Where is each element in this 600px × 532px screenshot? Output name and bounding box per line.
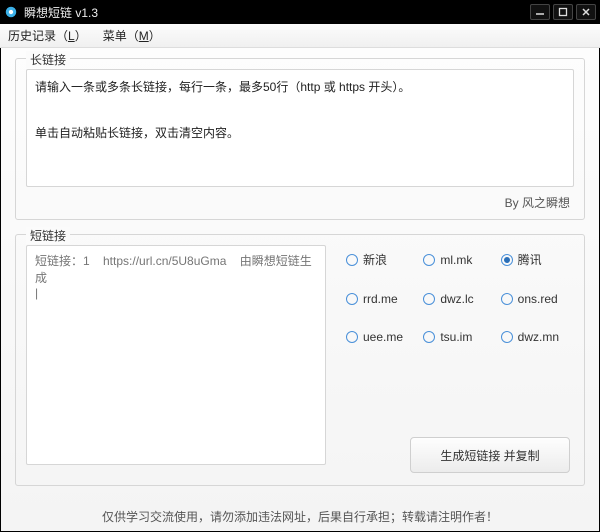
- service-radio-tsuim[interactable]: tsu.im: [423, 330, 492, 344]
- radio-circle-icon: [501, 331, 513, 343]
- service-radio-label: 新浪: [363, 251, 387, 268]
- service-radio-sina[interactable]: 新浪: [346, 251, 415, 268]
- short-link-textarea[interactable]: [26, 245, 326, 465]
- service-radio-ueeme[interactable]: uee.me: [346, 330, 415, 344]
- titlebar[interactable]: 瞬想短链 v1.3: [0, 0, 600, 24]
- long-link-textarea[interactable]: [26, 69, 574, 187]
- minimize-button[interactable]: [530, 4, 550, 20]
- menu-menu[interactable]: 菜单（M）: [103, 27, 161, 44]
- app-window: 瞬想短链 v1.3 历史记录（L） 菜单（M） 长链接 By 风之瞬想: [0, 0, 600, 532]
- service-radio-grid: 新浪 ml.mk 腾讯 rrd.me dwz.lc ons.red uee.me tsu.im…: [346, 251, 570, 344]
- spacer: [346, 344, 570, 437]
- short-link-group-label: 短链接: [26, 227, 70, 244]
- service-radio-label: dwz.lc: [440, 292, 473, 306]
- menu-menu-label: 菜单（: [103, 29, 139, 43]
- service-radio-onsred[interactable]: ons.red: [501, 292, 570, 306]
- service-radio-label: 腾讯: [518, 251, 542, 268]
- radio-circle-icon: [501, 293, 513, 305]
- client-area: 长链接 By 风之瞬想 短链接 新浪 ml.mk 腾讯 rrd.me dwz.lc ons…: [0, 48, 600, 532]
- service-radio-label: dwz.mn: [518, 330, 559, 344]
- radio-circle-icon: [346, 293, 358, 305]
- service-radio-mlmk[interactable]: ml.mk: [423, 251, 492, 268]
- short-link-group: 短链接 新浪ml.mk腾讯rrd.medwz.lcons.reduee.mets…: [15, 234, 585, 486]
- service-radio-label: ons.red: [518, 292, 558, 306]
- menu-history-key: L: [68, 29, 75, 43]
- footer-text: 仅供学习交流使用，请勿添加违法网址，后果自行承担；转载请注明作者！: [15, 500, 585, 525]
- radio-circle-icon: [501, 254, 513, 266]
- menubar: 历史记录（L） 菜单（M）: [0, 24, 600, 48]
- long-link-group: 长链接 By 风之瞬想: [15, 58, 585, 220]
- service-radio-rrdme[interactable]: rrd.me: [346, 292, 415, 306]
- service-radio-tx[interactable]: 腾讯: [501, 251, 570, 268]
- service-radio-label: ml.mk: [440, 253, 472, 267]
- service-radio-label: rrd.me: [363, 292, 398, 306]
- service-panel: 新浪 ml.mk 腾讯 rrd.me dwz.lc ons.red uee.me tsu.im…: [336, 245, 574, 477]
- radio-circle-icon: [423, 331, 435, 343]
- menu-history-suffix: ）: [75, 29, 87, 43]
- service-radio-label: uee.me: [363, 330, 403, 344]
- service-radio-dwzmn[interactable]: dwz.mn: [501, 330, 570, 344]
- short-link-row: 新浪 ml.mk 腾讯 rrd.me dwz.lc ons.red uee.me tsu.im…: [26, 245, 574, 477]
- generate-button[interactable]: 生成短链接 并复制: [410, 437, 570, 473]
- menu-history-label: 历史记录（: [8, 29, 68, 43]
- close-button[interactable]: [576, 4, 596, 20]
- long-link-group-label: 长链接: [26, 51, 70, 68]
- radio-circle-icon: [346, 331, 358, 343]
- radio-circle-icon: [346, 254, 358, 266]
- radio-circle-icon: [423, 293, 435, 305]
- service-radio-dwzlc[interactable]: dwz.lc: [423, 292, 492, 306]
- menu-menu-key: M: [139, 29, 149, 43]
- service-radio-label: tsu.im: [440, 330, 472, 344]
- window-title: 瞬想短链 v1.3: [24, 4, 530, 21]
- menu-history[interactable]: 历史记录（L）: [8, 27, 87, 44]
- window-buttons: [530, 4, 596, 20]
- radio-circle-icon: [423, 254, 435, 266]
- maximize-button[interactable]: [553, 4, 573, 20]
- author-byline: By 风之瞬想: [26, 190, 574, 211]
- app-icon: [4, 5, 18, 19]
- menu-menu-suffix: ）: [149, 29, 161, 43]
